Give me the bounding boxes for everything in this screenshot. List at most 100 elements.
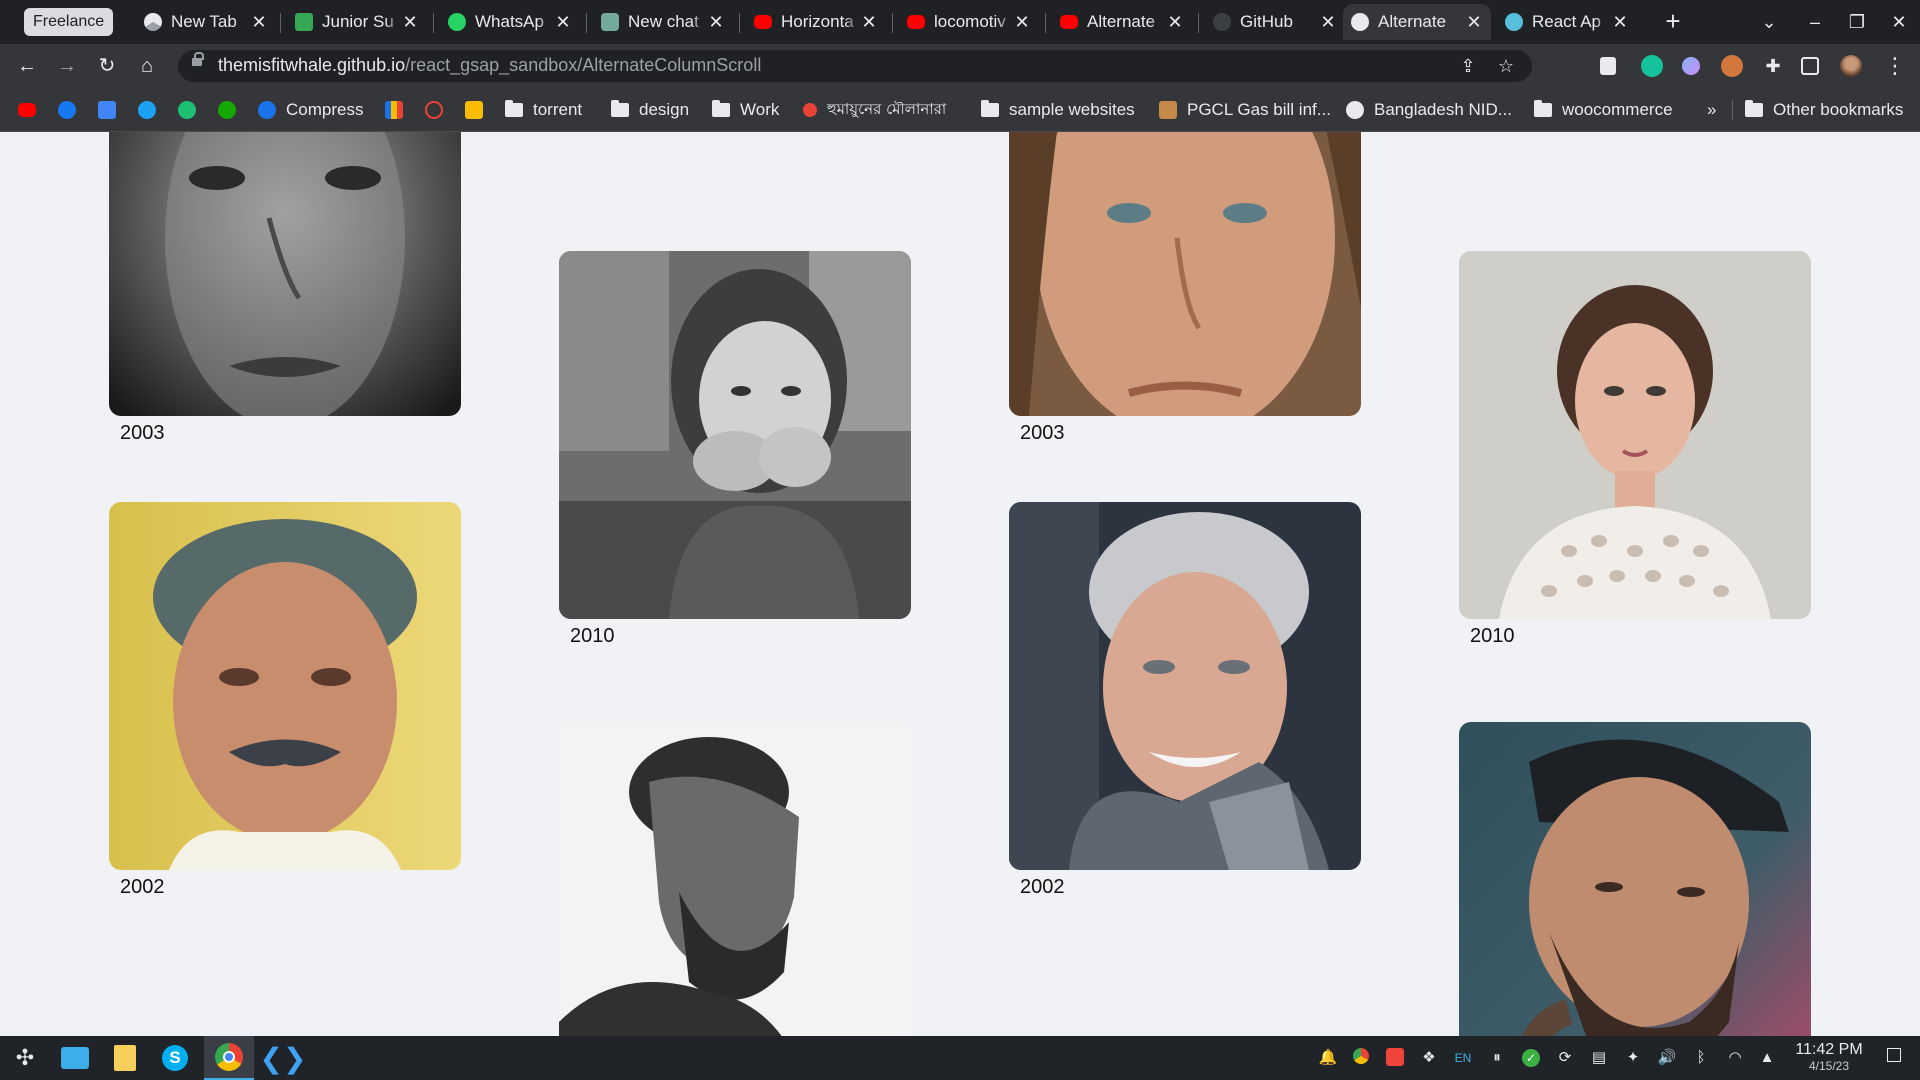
bookmark-pgcl[interactable]: PGCL Gas bill inf... — [1159, 96, 1331, 124]
bookmark-compress[interactable]: Compress — [258, 96, 363, 124]
tab-group-chip[interactable]: Freelance — [24, 8, 114, 36]
skype-icon[interactable]: S — [150, 1036, 200, 1080]
tab-separator — [1198, 13, 1199, 33]
close-icon[interactable]: ✕ — [1465, 12, 1483, 33]
bookmark-upwork[interactable] — [218, 96, 236, 124]
tab-youtube-horizontal[interactable]: Horizonta ✕ — [746, 4, 886, 40]
system-clock[interactable]: 11:42 PM 4/15/23 — [1786, 1041, 1872, 1073]
close-icon[interactable]: ✕ — [1319, 12, 1337, 33]
url-text[interactable]: themisfitwhale.github.io/react_gsap_sand… — [218, 55, 761, 76]
bookmark-other-bookmarks[interactable]: Other bookmarks — [1745, 96, 1903, 124]
close-icon[interactable]: ✕ — [860, 12, 878, 33]
gallery-card[interactable] — [559, 722, 911, 1036]
new-tab-button[interactable]: + — [1658, 7, 1688, 37]
bookmark-ring[interactable] — [425, 96, 443, 124]
bookmark-nid[interactable]: Bangladesh NID... — [1346, 96, 1512, 124]
notifications-icon[interactable]: 🔔 — [1318, 1048, 1338, 1068]
launcher-icon[interactable]: ✣ — [0, 1036, 50, 1080]
chrome-icon[interactable] — [204, 1036, 254, 1080]
file-manager-icon[interactable] — [50, 1036, 100, 1080]
bookmarks-overflow-button[interactable]: » — [1707, 96, 1716, 124]
bookmark-folder-work[interactable]: Work — [712, 96, 779, 124]
keyboard-layout-indicator[interactable]: EN — [1453, 1048, 1473, 1068]
reader-mode-icon[interactable] — [1600, 57, 1616, 75]
reload-icon[interactable]: ↻ — [92, 51, 122, 81]
portrait-photo — [1009, 132, 1361, 416]
close-icon[interactable]: ✕ — [1013, 12, 1031, 33]
sync-icon[interactable]: ⟳ — [1555, 1048, 1575, 1068]
bookmarks-bar: Compress torrent design Work হুমায়ুনের … — [0, 88, 1920, 132]
page-viewport[interactable]: 2003 2002 2010 2003 2002 2010 — [0, 132, 1920, 1036]
bookmark-folder-sample-websites[interactable]: sample websites — [981, 96, 1135, 124]
tab-search-chevron-icon[interactable]: ⌄ — [1754, 7, 1784, 37]
close-icon[interactable]: ✕ — [1611, 12, 1629, 33]
clipboard-icon[interactable]: ▤ — [1589, 1048, 1609, 1068]
back-arrow-icon[interactable]: ← — [12, 51, 42, 81]
tab-new-chat[interactable]: New chat ✕ — [593, 4, 733, 40]
address-bar[interactable]: themisfitwhale.github.io/react_gsap_sand… — [178, 50, 1532, 82]
extensions-puzzle-icon[interactable]: ✚ — [1758, 51, 1788, 81]
volume-icon[interactable]: 🔊 — [1657, 1048, 1677, 1068]
tab-github[interactable]: GitHub ✕ — [1205, 4, 1345, 40]
bookmark-analytics[interactable] — [385, 96, 403, 124]
tray-expand-icon[interactable]: ▲ — [1757, 1048, 1777, 1068]
tab-youtube-alternate[interactable]: Alternate ✕ — [1052, 4, 1192, 40]
lightbulb-icon[interactable]: ✦ — [1623, 1048, 1643, 1068]
gallery-card[interactable] — [1459, 722, 1811, 1036]
bookmark-folder-woocommerce[interactable]: woocommerce — [1534, 96, 1673, 124]
dropbox-icon[interactable]: ❖ — [1419, 1048, 1439, 1068]
share-icon[interactable]: ⇪ — [1456, 54, 1480, 78]
vscode-icon[interactable]: ❮❯ — [258, 1036, 308, 1080]
notes-icon[interactable] — [100, 1036, 150, 1080]
chrome-tray-icon[interactable] — [1351, 1048, 1371, 1068]
show-desktop-icon[interactable] — [1884, 1048, 1904, 1068]
grammarly-icon[interactable] — [1641, 55, 1663, 77]
bookmark-keep[interactable] — [465, 96, 483, 124]
ring-icon — [425, 101, 443, 119]
bookmark-label: Work — [740, 100, 780, 119]
restore-icon[interactable]: ❐ — [1842, 7, 1872, 37]
bookmark-folder-torrent[interactable]: torrent — [505, 96, 582, 124]
gallery-card[interactable]: 2010 — [559, 251, 911, 648]
tab-whatsapp[interactable]: WhatsAp ✕ — [440, 4, 580, 40]
gallery-card[interactable]: 2003 — [109, 132, 461, 445]
bookmark-translate[interactable] — [98, 96, 116, 124]
bluetooth-icon[interactable]: ᛒ — [1691, 1048, 1711, 1068]
color-picker-icon[interactable] — [1682, 57, 1700, 75]
tab-new-tab[interactable]: New Tab ✕ — [136, 4, 276, 40]
tab-react-app[interactable]: React Ap ✕ — [1497, 4, 1637, 40]
tab-sheets[interactable]: Junior Su ✕ — [287, 4, 427, 40]
gallery-card[interactable]: 2010 — [1459, 251, 1811, 648]
update-check-icon[interactable]: ✓ — [1521, 1048, 1541, 1068]
home-icon[interactable]: ⌂ — [132, 51, 162, 81]
bookmark-folder-design[interactable]: design — [611, 96, 689, 124]
media-pause-icon[interactable]: ⏸ — [1487, 1048, 1507, 1068]
lock-icon[interactable] — [192, 52, 204, 66]
gallery-card[interactable]: 2002 — [109, 502, 461, 899]
bookmark-bird[interactable] — [138, 96, 156, 124]
bookmark-youtube[interactable] — [18, 96, 36, 124]
close-icon[interactable]: ✕ — [401, 12, 419, 33]
bookmark-facebook[interactable] — [58, 96, 76, 124]
close-icon[interactable]: ✕ — [1166, 12, 1184, 33]
chrome-icon — [144, 13, 162, 31]
minimize-icon[interactable]: – — [1800, 7, 1830, 37]
anydesk-icon[interactable] — [1385, 1048, 1405, 1068]
gallery-card[interactable]: 2003 — [1009, 132, 1361, 445]
bookmark-bengali[interactable]: হুমায়ুনের মৌলানারা — [803, 96, 946, 124]
more-vertical-icon[interactable]: ⋮ — [1880, 51, 1910, 81]
wifi-icon[interactable]: ◠ — [1725, 1048, 1745, 1068]
close-icon[interactable]: ✕ — [250, 12, 268, 33]
gallery-card[interactable]: 2002 — [1009, 502, 1361, 899]
forward-arrow-icon[interactable]: → — [52, 51, 82, 81]
tab-youtube-locomotive[interactable]: locomotiv ✕ — [899, 4, 1039, 40]
close-icon[interactable]: ✕ — [707, 12, 725, 33]
tab-active-alternate[interactable]: Alternate ✕ — [1343, 4, 1491, 40]
bookmark-fiverr[interactable] — [178, 96, 196, 124]
window-close-icon[interactable]: ✕ — [1884, 7, 1914, 37]
cookie-icon[interactable] — [1721, 55, 1743, 77]
side-panel-icon[interactable] — [1801, 57, 1819, 75]
close-icon[interactable]: ✕ — [554, 12, 572, 33]
avatar[interactable] — [1840, 55, 1862, 77]
bookmark-star-icon[interactable]: ☆ — [1494, 54, 1518, 78]
